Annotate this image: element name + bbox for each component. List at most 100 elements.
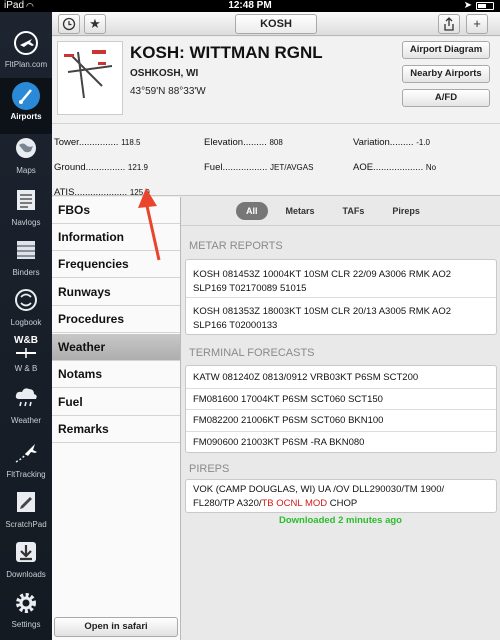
dock-item-airports[interactable]: Airports (0, 78, 52, 134)
taf-section-title: TERMINAL FORECASTS (189, 347, 315, 359)
pirep-line: VOK (CAMP DOUGLAS, WI) UA /OV DLL290030/… (193, 484, 445, 495)
pirep-text: FL280/TP A320/ (193, 498, 262, 509)
star-icon: ★ (89, 16, 101, 31)
dock-item-downloads[interactable]: Downloads (0, 536, 52, 592)
category-procedures[interactable]: Procedures (52, 306, 180, 333)
elevation-row: Elevation......... 808 (204, 137, 283, 148)
weather-content: All Metars TAFs Pireps METAR REPORTS KOS… (181, 197, 500, 640)
divider (186, 388, 496, 389)
category-weather[interactable]: Weather (52, 334, 180, 361)
category-runways[interactable]: Runways (52, 279, 180, 306)
pirep-section-title: PIREPS (189, 463, 230, 475)
compass-icon (12, 82, 40, 110)
annotation-arrow (138, 188, 161, 261)
nearby-airports-button[interactable]: Nearby Airports (402, 65, 490, 83)
dock-label: Binders (12, 268, 40, 277)
dock-label: Downloads (6, 570, 46, 579)
navlog-icon (12, 188, 40, 216)
airport-header: KOSH: WITTMAN RGNL OSHKOSH, WI 43°59'N 8… (52, 37, 500, 123)
divider (186, 431, 496, 432)
favorite-button[interactable]: ★ (84, 14, 106, 34)
taf-line[interactable]: FM081600 17004KT P6SM SCT060 SCT150 (186, 393, 496, 407)
share-button[interactable] (438, 14, 460, 34)
history-button[interactable] (58, 14, 80, 34)
category-remarks[interactable]: Remarks (52, 416, 180, 443)
tab-metars[interactable]: Metars (276, 202, 325, 220)
metar-report[interactable]: KOSH 081353Z 18003KT 10SM CLR 20/13 A300… (186, 305, 496, 333)
taf-line[interactable]: KATW 081240Z 0813/0912 VRB03KT P6SM SCT2… (186, 371, 496, 385)
globe-icon (12, 136, 40, 164)
dock-item-settings[interactable]: Settings (0, 586, 52, 640)
status-bar: iPad ◠ 12:48 PM ➤ (0, 0, 500, 12)
taf-line[interactable]: FM090600 21003KT P6SM -RA BKN080 (186, 436, 496, 450)
category-notams[interactable]: Notams (52, 361, 180, 388)
pirep-report[interactable]: VOK (CAMP DOUGLAS, WI) UA /OV DLL290030/… (186, 483, 496, 511)
dock-label: Logbook (10, 318, 42, 327)
category-list: FBOs Information Frequencies Runways Pro… (52, 197, 181, 640)
dock-item-fltplan[interactable]: FltPlan.com (0, 26, 52, 82)
location-icon: ➤ (463, 0, 472, 11)
pirep-card: VOK (CAMP DOUGLAS, WI) UA /OV DLL290030/… (185, 479, 497, 513)
dock-item-weather[interactable]: Weather (0, 382, 52, 438)
gear-icon (12, 590, 40, 618)
airport-diagram-thumbnail[interactable] (57, 41, 123, 115)
dock-label: Settings (11, 620, 41, 629)
taf-line[interactable]: FM082200 21006KT P6SM SCT060 BKN100 (186, 414, 496, 428)
dock-label: ScratchPad (5, 520, 47, 529)
metar-line: SLP169 T02170089 51015 (193, 283, 307, 294)
clock: 12:48 PM (228, 0, 272, 11)
wb-badge: W&B (14, 335, 38, 346)
fuel-label: Fuel................. (204, 162, 268, 173)
tower-row: Tower............... 118.5 (54, 137, 141, 148)
dock-item-binders[interactable]: Binders (0, 234, 52, 290)
airport-coordinates: 43°59'N 88°33'W (130, 86, 206, 97)
dock-label: Maps (16, 166, 36, 175)
download-status: Downloaded 2 minutes ago (279, 515, 402, 526)
dock-label: Weather (10, 416, 42, 425)
variation-row: Variation......... -1.0 (353, 137, 430, 148)
tab-pireps[interactable]: Pireps (382, 202, 430, 220)
divider (181, 225, 500, 226)
tower-value: 118.5 (121, 138, 141, 147)
metar-line: SLP166 T02000133 (193, 320, 278, 331)
logbook-icon (12, 288, 40, 316)
app-dock: FltPlan.com Airports Maps Navlogs Binder… (0, 12, 52, 640)
metar-report[interactable]: KOSH 081453Z 10004KT 10SM CLR 22/09 A300… (186, 268, 496, 296)
airport-city: OSHKOSH, WI (130, 68, 199, 79)
metar-line: KOSH 081453Z 10004KT 10SM CLR 22/09 A300… (193, 269, 452, 280)
taf-card: KATW 081240Z 0813/0912 VRB03KT P6SM SCT2… (185, 365, 497, 453)
metar-line: KOSH 081353Z 18003KT 10SM CLR 20/13 A300… (193, 306, 452, 317)
aoe-row: AOE................... No (353, 162, 436, 173)
dock-item-maps[interactable]: Maps (0, 132, 52, 188)
tab-tafs[interactable]: TAFs (333, 202, 375, 220)
tab-all[interactable]: All (236, 202, 268, 220)
dock-item-scratchpad[interactable]: ScratchPad (0, 486, 52, 542)
top-toolbar: ★ KOSH + (52, 12, 500, 36)
scratchpad-icon (12, 490, 40, 518)
tracking-icon (12, 440, 40, 468)
open-in-safari-button[interactable]: Open in safari (54, 617, 178, 637)
metar-card: KOSH 081453Z 10004KT 10SM CLR 22/09 A300… (185, 259, 497, 335)
aoe-value: No (425, 163, 437, 172)
dock-label: W & B (14, 364, 38, 373)
ground-row: Ground............... 121.9 (54, 162, 148, 173)
aoe-label: AOE................... (353, 162, 424, 173)
metar-section-title: METAR REPORTS (189, 240, 283, 252)
dock-item-flttracking[interactable]: FltTracking (0, 436, 52, 492)
airport-panel: ★ KOSH + KOSH: WITTMAN RGNL OSHKOSH, WI … (52, 12, 500, 640)
weight-balance-icon: W&B (12, 334, 40, 362)
binder-icon (12, 238, 40, 266)
dock-item-weight-balance[interactable]: W&B W & B (0, 330, 52, 386)
dock-label: Airports (10, 112, 42, 121)
add-button[interactable]: + (466, 14, 488, 34)
airport-search-field[interactable]: KOSH (235, 14, 317, 34)
dock-label: FltPlan.com (4, 60, 48, 69)
dock-label: Navlogs (11, 218, 41, 227)
category-fuel[interactable]: Fuel (52, 389, 180, 416)
afd-button[interactable]: A/FD (402, 89, 490, 107)
airport-diagram-button[interactable]: Airport Diagram (402, 41, 490, 59)
clock-back-icon (62, 17, 76, 34)
dock-item-navlogs[interactable]: Navlogs (0, 184, 52, 240)
fuel-value: JET/AVGAS (270, 163, 314, 172)
pirep-text: CHOP (327, 498, 358, 509)
